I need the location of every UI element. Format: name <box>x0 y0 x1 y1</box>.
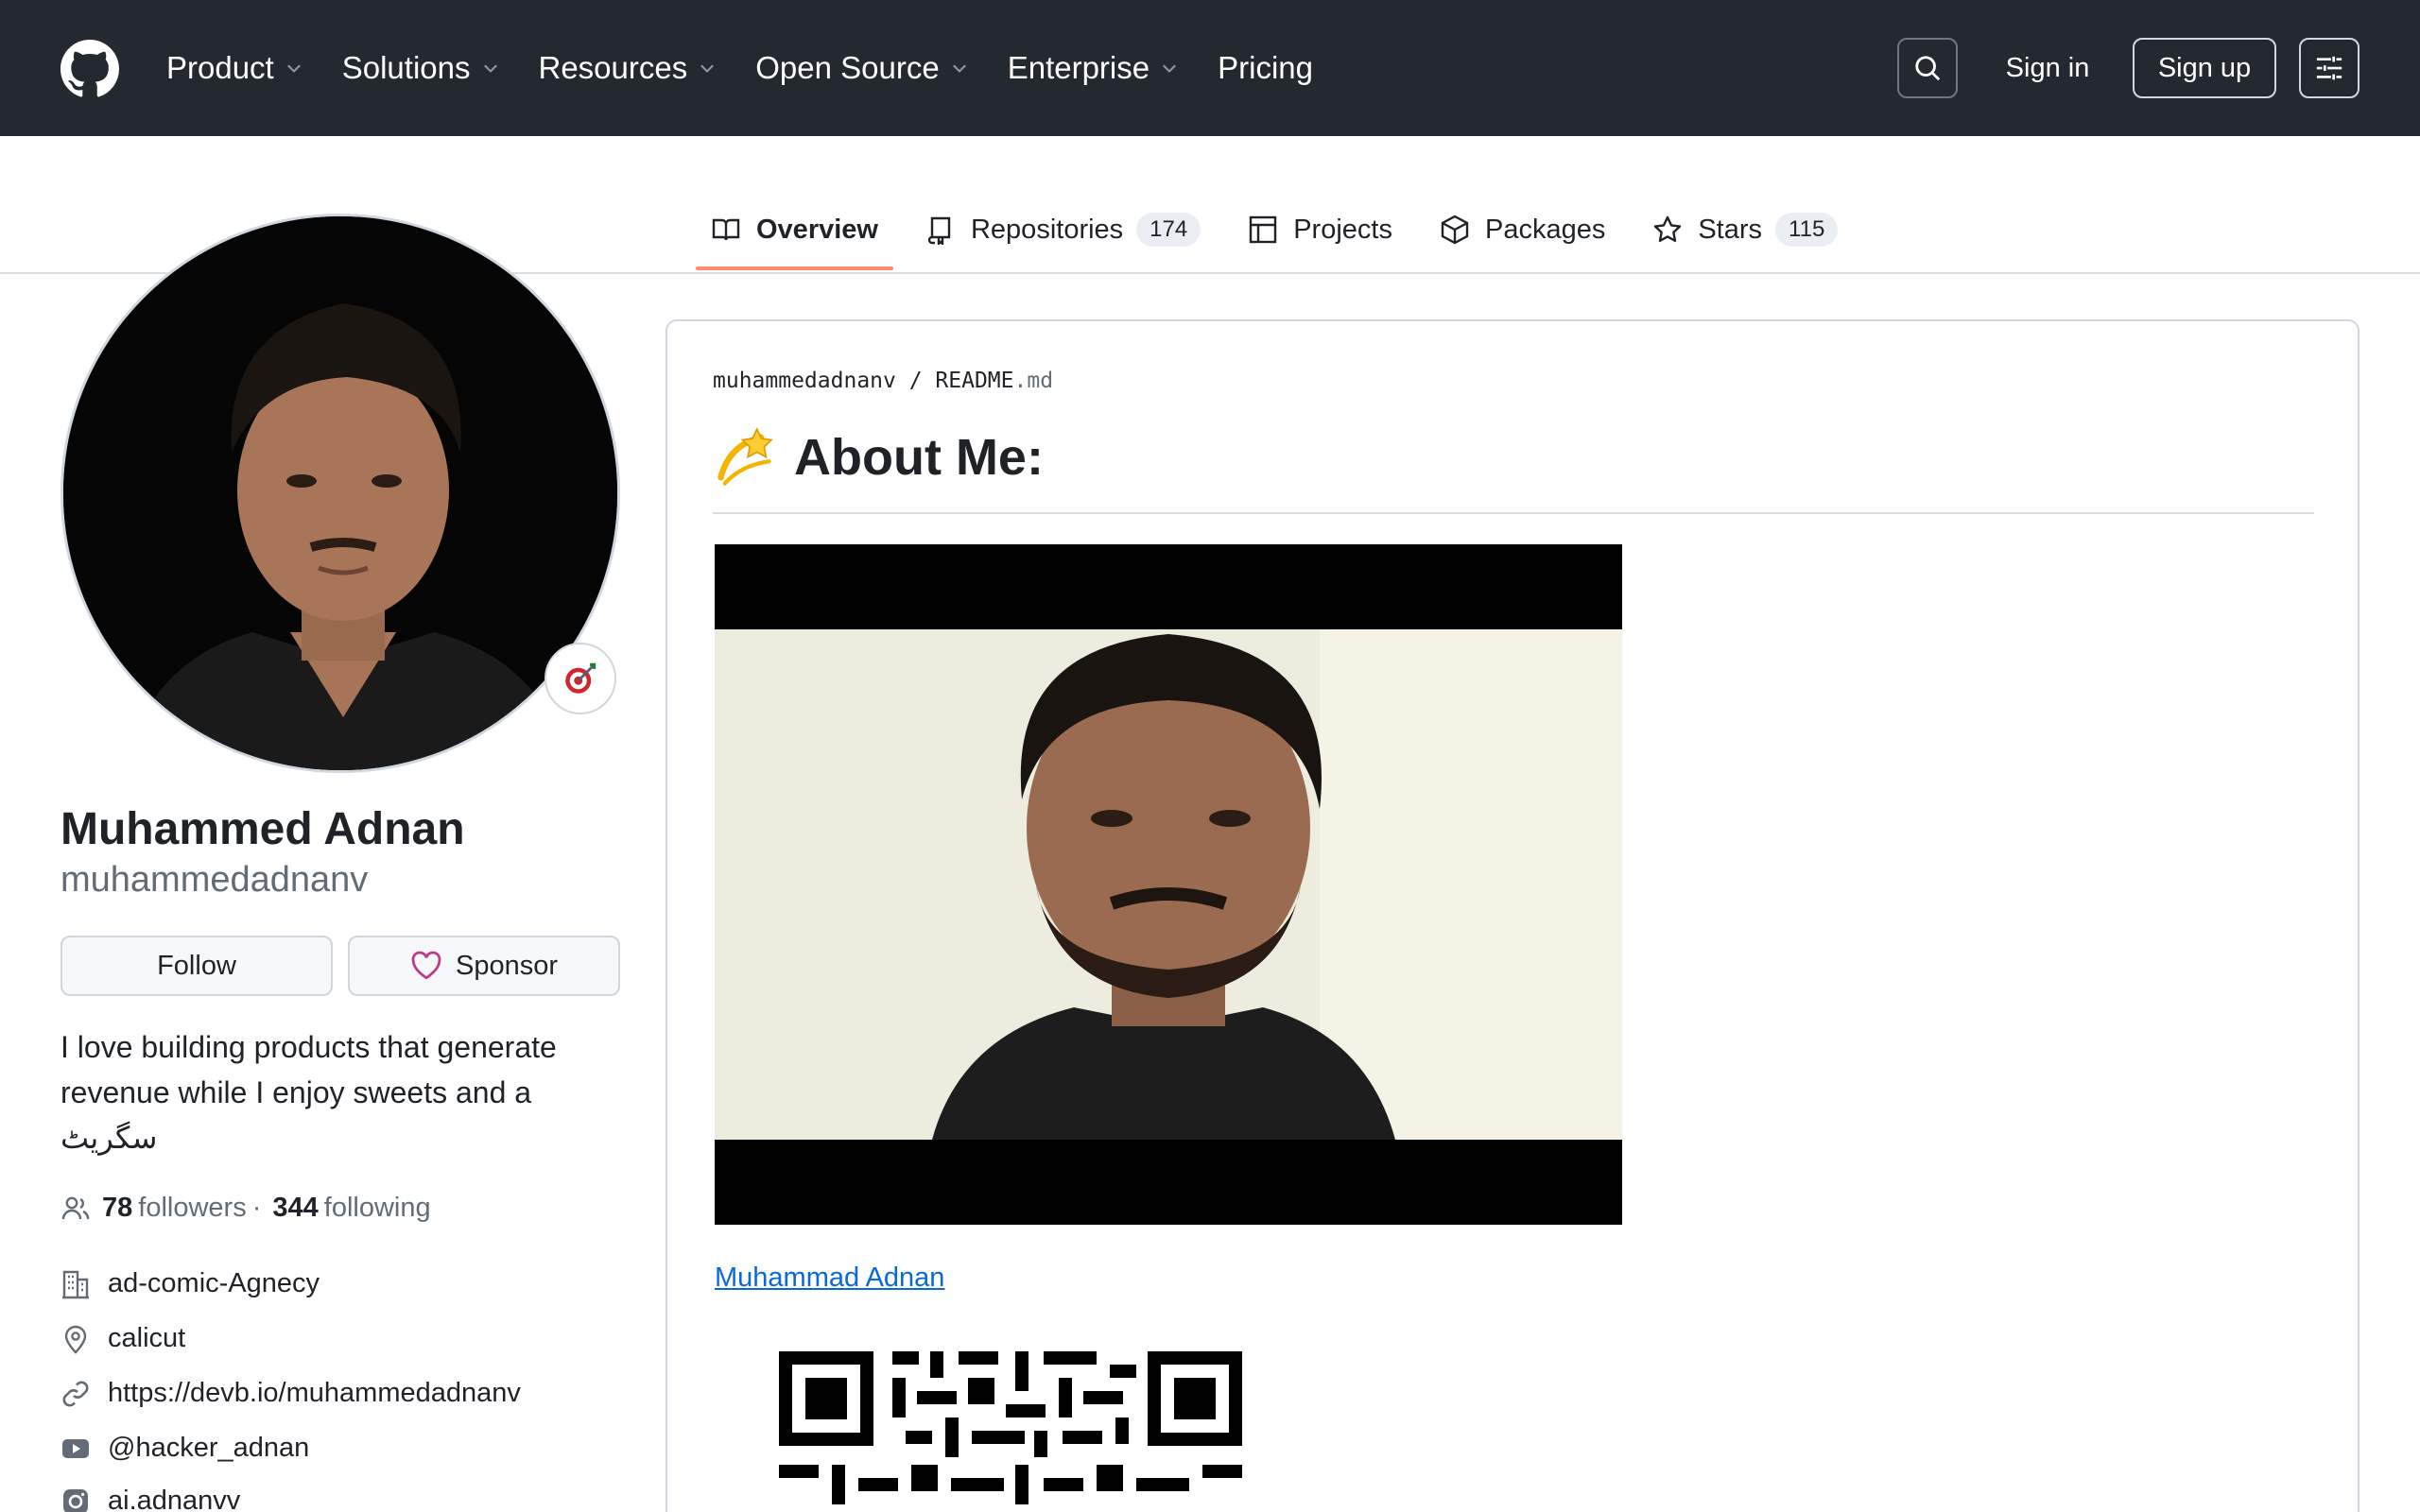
detail-youtube-text[interactable]: @hacker_adnan <box>108 1433 309 1464</box>
repo-icon <box>927 216 951 245</box>
profile-tabs: Overview Repositories 174 Projects Packa… <box>696 202 1870 270</box>
heart-icon <box>411 951 441 980</box>
following-label[interactable]: following <box>324 1193 431 1224</box>
avatar[interactable] <box>60 214 620 773</box>
stats-separator: · <box>251 1193 262 1223</box>
nav-pricing-label: Pricing <box>1218 50 1313 85</box>
nav-product-label: Product <box>166 50 274 85</box>
readme-profile-link[interactable]: Muhammad Adnan <box>715 1263 944 1294</box>
followers-count[interactable]: 78 <box>102 1193 132 1224</box>
tab-projects-label: Projects <box>1293 214 1392 245</box>
nav-open-source[interactable]: Open Source <box>755 50 969 86</box>
stars-count: 115 <box>1775 213 1839 247</box>
detail-organization-text: ad-comic-Agnecy <box>108 1268 320 1298</box>
sponsor-button[interactable]: Sponsor <box>348 936 620 996</box>
readme-owner[interactable]: muhammedadnanv <box>713 369 896 393</box>
chevron-down-icon <box>952 64 966 73</box>
chevron-down-icon <box>286 64 301 73</box>
readme-ext: .md <box>1013 369 1054 393</box>
main-nav: Product Solutions Resources Open Source … <box>166 42 1351 94</box>
readme-path: muhammedadnanv / README.md <box>713 369 1053 393</box>
nav-product[interactable]: Product <box>166 50 304 86</box>
search-button[interactable] <box>1897 38 1958 98</box>
follow-button[interactable]: Follow <box>60 936 333 996</box>
video-frame <box>715 544 1622 1225</box>
tab-overview[interactable]: Overview <box>696 202 893 270</box>
sign-up-button[interactable]: Sign up <box>2133 38 2276 98</box>
avatar-photo <box>63 216 617 770</box>
book-icon <box>712 218 740 241</box>
people-icon <box>61 1196 90 1219</box>
tab-stars-label: Stars <box>1698 214 1763 245</box>
followers-label[interactable]: followers <box>138 1193 246 1224</box>
tab-packages[interactable]: Packages <box>1425 202 1620 257</box>
site-header: Product Solutions Resources Open Source … <box>0 0 2420 136</box>
detail-instagram[interactable]: ai.adnanvv <box>60 1486 240 1512</box>
detail-organization: ad-comic-Agnecy <box>60 1268 320 1299</box>
profile-username: muhammedadnanv <box>60 860 369 900</box>
nav-resources[interactable]: Resources <box>539 50 718 86</box>
chevron-down-icon <box>700 64 715 73</box>
sponsor-label: Sponsor <box>455 950 558 981</box>
tab-repositories-label: Repositories <box>970 214 1124 245</box>
organization-icon <box>62 1270 89 1298</box>
detail-instagram-text[interactable]: ai.adnanvv <box>108 1486 240 1512</box>
detail-youtube[interactable]: @hacker_adnan <box>60 1433 309 1464</box>
sign-in-link[interactable]: Sign in <box>2002 38 2093 98</box>
youtube-icon <box>62 1438 89 1458</box>
nav-resources-label: Resources <box>538 50 688 85</box>
search-icon <box>1915 56 1941 81</box>
chevron-down-icon <box>483 64 497 73</box>
tab-stars[interactable]: Stars 115 <box>1637 202 1853 257</box>
star-icon <box>1654 215 1682 242</box>
nav-open-source-label: Open Source <box>755 50 940 85</box>
following-count[interactable]: 344 <box>272 1193 318 1224</box>
readme-title-text: About Me: <box>794 429 1044 486</box>
nav-pricing[interactable]: Pricing <box>1218 50 1313 86</box>
tab-repositories[interactable]: Repositories 174 <box>910 202 1216 257</box>
status-badge[interactable] <box>544 643 616 714</box>
tab-projects[interactable]: Projects <box>1233 202 1408 257</box>
nav-solutions-label: Solutions <box>341 50 471 85</box>
profile-bio: I love building products that generate r… <box>60 1030 557 1155</box>
detail-website-text[interactable]: https://devb.io/muhammedadnanv <box>108 1378 521 1409</box>
github-logo-icon[interactable] <box>60 40 119 98</box>
table-icon <box>1250 215 1277 244</box>
sliders-icon <box>2316 56 2342 80</box>
readme-file: README <box>935 369 1014 393</box>
qr-code-icon <box>779 1351 1242 1512</box>
intro-video[interactable] <box>715 544 1622 1225</box>
readme-heading: About Me: <box>713 425 1044 490</box>
dart-target-icon <box>565 662 596 694</box>
follow-stats: 78 followers · 344 following <box>60 1193 431 1224</box>
nav-solutions[interactable]: Solutions <box>342 50 501 86</box>
tab-overview-label: Overview <box>756 214 878 245</box>
location-icon <box>64 1325 87 1354</box>
detail-location-text: calicut <box>108 1323 186 1353</box>
readme-path-separator: / <box>895 369 936 393</box>
heading-divider <box>713 512 2314 514</box>
settings-menu-button[interactable] <box>2299 38 2360 98</box>
dizzy-star-icon <box>717 427 773 486</box>
repositories-count: 174 <box>1136 213 1201 247</box>
link-icon <box>62 1381 89 1406</box>
profile-full-name: Muhammed Adnan <box>60 804 465 854</box>
nav-enterprise[interactable]: Enterprise <box>1008 50 1180 86</box>
detail-website[interactable]: https://devb.io/muhammedadnanv <box>60 1378 521 1409</box>
tab-packages-label: Packages <box>1484 214 1606 245</box>
package-icon <box>1441 215 1469 245</box>
nav-enterprise-label: Enterprise <box>1007 50 1150 85</box>
instagram-icon <box>63 1488 88 1512</box>
detail-location: calicut <box>60 1323 185 1354</box>
readme-card: muhammedadnanv / README.md About Me: Muh… <box>666 319 2360 1512</box>
chevron-down-icon <box>1163 64 1177 73</box>
